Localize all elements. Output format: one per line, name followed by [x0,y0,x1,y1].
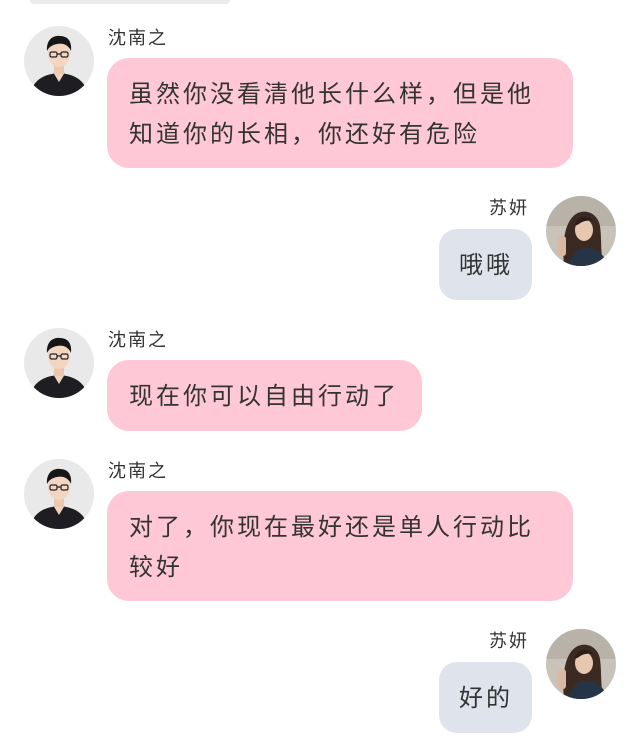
man-with-glasses-avatar-icon[interactable] [24,26,94,96]
message-bubble[interactable]: 对了，你现在最好还是单人行动比 较好 [107,491,573,601]
previous-message-edge [30,0,230,4]
sender-name: 苏妍 [489,198,529,219]
woman-long-hair-avatar-icon[interactable] [546,629,616,699]
message-text-line: 好的 [459,684,513,712]
message-bubble[interactable]: 好的 [439,662,532,733]
message-text-line: 现在你可以自由行动了 [129,382,399,410]
message-text-line: 虽然你没看清他长什么样，但是他 [129,80,534,108]
message-text-line: 哦哦 [459,251,513,279]
message-text-line: 对了，你现在最好还是单人行动比 [129,513,534,541]
sender-name: 沈南之 [108,330,168,351]
sender-name: 沈南之 [108,28,168,49]
message-text-line: 较好 [129,553,183,581]
chat-conversation: 沈南之 虽然你没看清他长什么样，但是他 知道你的长相，你还好有危险 苏妍 哦哦 [0,0,640,743]
message-bubble[interactable]: 虽然你没看清他长什么样，但是他 知道你的长相，你还好有危险 [107,58,573,168]
man-with-glasses-avatar-icon[interactable] [24,328,94,398]
message-bubble[interactable]: 现在你可以自由行动了 [107,360,422,431]
message-text-line: 知道你的长相，你还好有危险 [129,120,480,148]
sender-name: 苏妍 [489,631,529,652]
message-bubble[interactable]: 哦哦 [439,229,532,300]
sender-name: 沈南之 [108,461,168,482]
man-with-glasses-avatar-icon[interactable] [24,459,94,529]
woman-long-hair-avatar-icon[interactable] [546,196,616,266]
